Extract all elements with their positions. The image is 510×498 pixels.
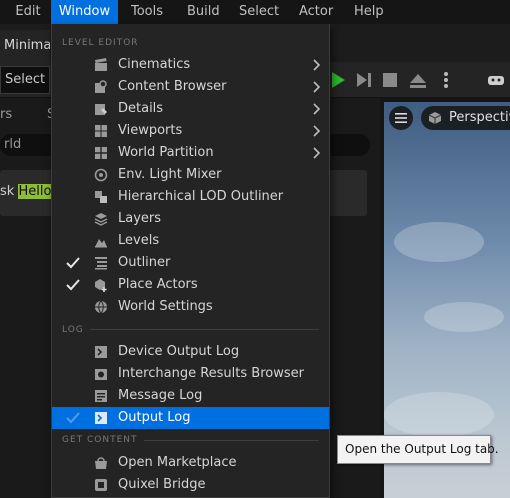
level-tab[interactable]: Minimal_ <box>0 30 50 62</box>
menu-item-content-browser[interactable]: Content Browser <box>52 76 329 98</box>
viewports-icon <box>95 125 107 137</box>
cloud <box>394 222 484 262</box>
menu-item-message-log[interactable]: Message Log <box>52 385 329 407</box>
chevron-right-icon <box>313 81 321 93</box>
menu-item-label: Outliner <box>118 255 171 270</box>
menu-item-label: Layers <box>118 211 162 226</box>
select-mode-dropdown[interactable]: Select M <box>0 66 50 94</box>
cube-icon <box>428 112 442 124</box>
menu-item-label: Details <box>118 101 164 116</box>
place-actors-icon <box>95 279 107 292</box>
menu-item-label: Content Browser <box>118 79 227 94</box>
details-icon <box>95 104 107 115</box>
more-options-icon[interactable] <box>434 68 458 92</box>
stop-icon[interactable] <box>378 68 402 92</box>
menu-item-levels[interactable]: Levels <box>52 230 329 252</box>
menu-edit[interactable]: Edit <box>6 0 50 24</box>
task-prefix: sk <box>0 184 15 199</box>
menu-item-open-marketplace[interactable]: Open Marketplace <box>52 452 329 474</box>
menu-item-world-settings[interactable]: World Settings <box>52 296 329 318</box>
interchange-icon <box>95 369 107 380</box>
section-level-editor: LEVEL EDITOR <box>62 38 139 48</box>
menu-item-place-actors[interactable]: Place Actors <box>52 274 329 296</box>
menu-item-layers[interactable]: Layers <box>52 208 329 230</box>
menu-actor[interactable]: Actor <box>299 0 335 24</box>
message-log-icon <box>95 390 107 402</box>
menu-item-cinematics[interactable]: Cinematics <box>52 54 329 76</box>
menu-separator <box>62 329 319 330</box>
main-menu-bar: Edit Window Tools Build Select Actor Hel… <box>0 0 510 24</box>
content-browser-icon <box>95 80 107 93</box>
levels-icon <box>95 239 107 248</box>
advance-frame-icon[interactable] <box>352 68 376 92</box>
menu-item-label: Message Log <box>118 388 203 403</box>
menu-item-label: Levels <box>118 233 160 248</box>
menu-item-hlod-outliner[interactable]: Hierarchical LOD Outliner <box>52 186 329 208</box>
checkmark-icon <box>66 412 80 424</box>
menu-tools[interactable]: Tools <box>131 0 165 24</box>
menu-window[interactable]: Window <box>51 0 118 24</box>
output-log-icon <box>95 412 107 424</box>
cloud <box>384 392 494 437</box>
film-icon <box>95 58 107 71</box>
editor-window: Edit Window Tools Build Select Actor Hel… <box>0 0 510 498</box>
chevron-right-icon <box>313 147 321 159</box>
outliner-tab-label[interactable]: rs <box>0 104 12 126</box>
menu-help[interactable]: Help <box>354 0 384 24</box>
menu-item-label: Open Marketplace <box>118 455 237 470</box>
menu-item-label: Output Log <box>118 410 191 425</box>
menu-item-label: World Settings <box>118 299 213 314</box>
section-log: LOG <box>62 325 90 335</box>
menu-item-interchange-results[interactable]: Interchange Results Browser <box>52 363 329 385</box>
chevron-right-icon <box>313 125 321 137</box>
layers-icon <box>94 213 108 226</box>
bridge-icon <box>95 479 107 491</box>
task-text: sk Hello <box>0 182 52 202</box>
menu-item-label: Quixel Bridge <box>118 477 206 492</box>
checkmark-icon <box>66 279 80 291</box>
menu-select[interactable]: Select <box>239 0 281 24</box>
eject-icon[interactable] <box>406 68 430 92</box>
chevron-right-icon <box>313 103 321 115</box>
menu-item-label: Interchange Results Browser <box>118 366 304 381</box>
light-mixer-icon <box>94 168 108 182</box>
menu-item-output-log[interactable]: Output Log <box>52 407 329 429</box>
world-partition-icon <box>95 147 107 159</box>
hlod-icon <box>95 191 107 203</box>
menu-build[interactable]: Build <box>187 0 221 24</box>
menu-item-world-partition[interactable]: World Partition <box>52 142 329 164</box>
viewport-menu-button[interactable] <box>389 106 413 130</box>
menu-item-details[interactable]: Details <box>52 98 329 120</box>
outliner-icon <box>95 257 107 270</box>
menu-item-viewports[interactable]: Viewports <box>52 120 329 142</box>
device-log-icon <box>95 346 107 358</box>
task-highlight: Hello <box>18 184 52 199</box>
chevron-right-icon <box>313 59 321 71</box>
marketplace-icon <box>95 457 107 469</box>
world-settings-icon <box>95 300 107 314</box>
cloud <box>424 302 504 332</box>
menu-item-label: World Partition <box>118 145 214 160</box>
menu-item-label: Cinematics <box>118 57 191 72</box>
menu-item-label: Hierarchical LOD Outliner <box>118 189 284 204</box>
hamburger-icon <box>395 113 407 123</box>
menu-item-outliner[interactable]: Outliner <box>52 252 329 274</box>
window-dropdown-menu: LEVEL EDITOR Cinematics Content Browser … <box>51 24 330 498</box>
output-log-tooltip: Open the Output Log tab. <box>337 435 499 464</box>
menu-item-quixel-bridge[interactable]: Quixel Bridge <box>52 474 329 496</box>
menu-item-label: Device Output Log <box>118 344 240 359</box>
menu-item-label: Viewports <box>118 123 183 138</box>
menu-item-label: Env. Light Mixer <box>118 167 222 182</box>
perspective-label: Perspective <box>449 110 510 125</box>
perspective-button[interactable]: Perspective <box>421 106 510 130</box>
menu-item-env-light-mixer[interactable]: Env. Light Mixer <box>52 164 329 186</box>
checkmark-icon <box>66 257 80 269</box>
menu-item-label: Place Actors <box>118 277 198 292</box>
platforms-icon[interactable] <box>484 68 508 92</box>
section-get-content: GET CONTENT <box>62 435 144 445</box>
menu-item-device-output-log[interactable]: Device Output Log <box>52 341 329 363</box>
